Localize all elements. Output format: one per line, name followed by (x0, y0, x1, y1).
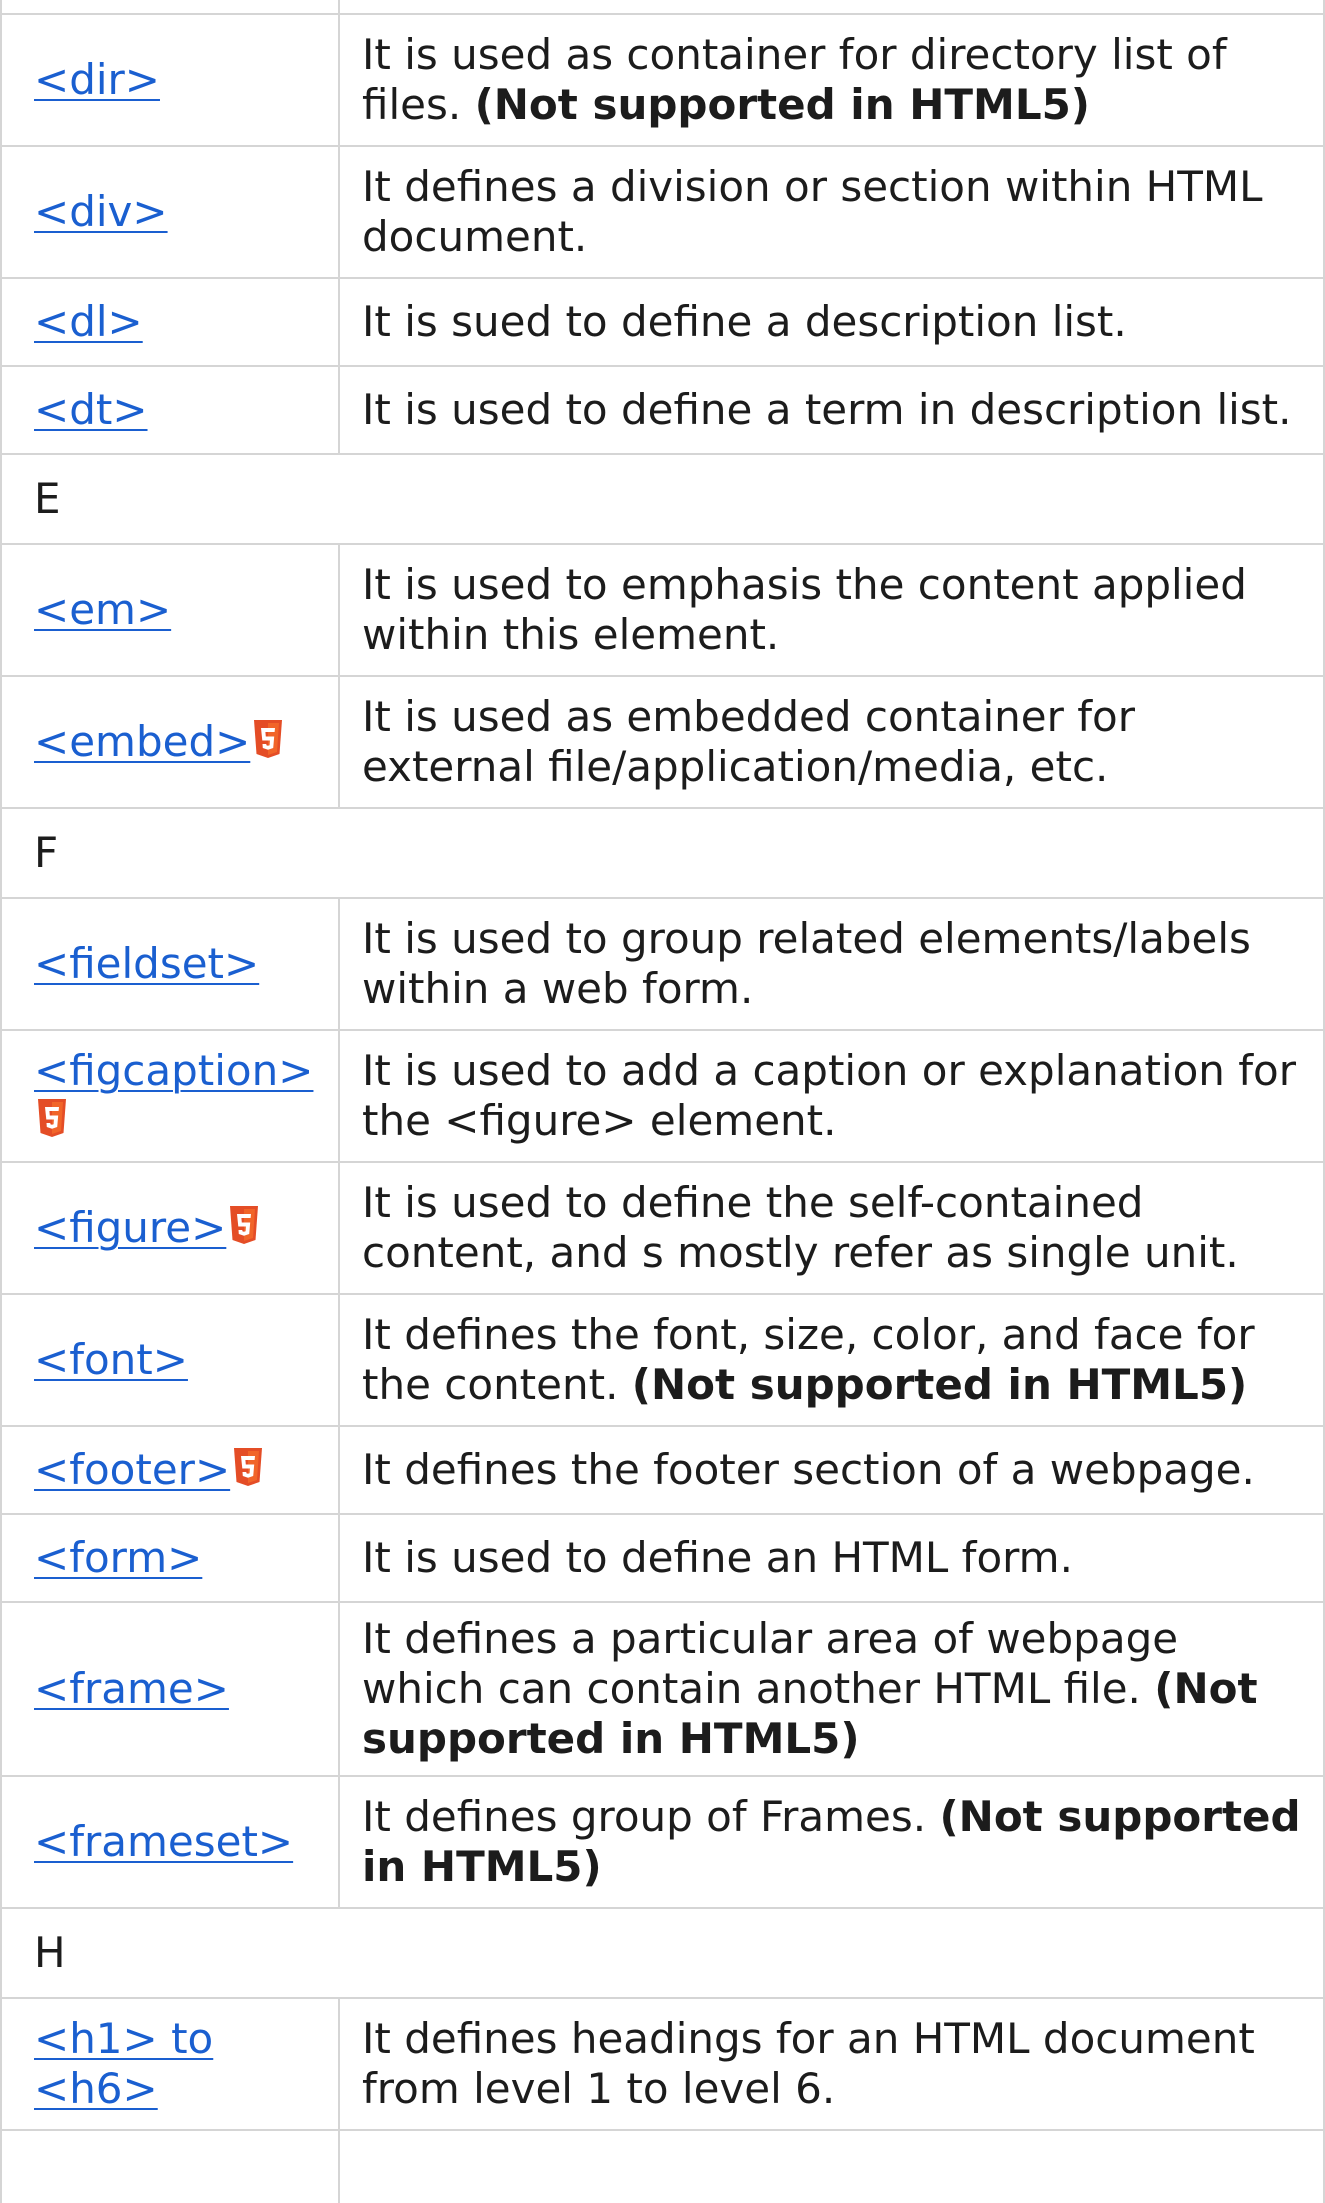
html5-badge-icon (228, 1206, 260, 1246)
tag-cell: <fieldset> (0, 898, 340, 1031)
tag-link[interactable]: <dl> (34, 297, 143, 346)
description-cell: It is used to define a term in descripti… (338, 366, 1325, 455)
description-cell: It defines headings for an HTML document… (338, 1998, 1325, 2131)
table-row: <figure> It is used to define the self-co… (0, 1162, 1325, 1295)
tag-link[interactable]: <frame> (34, 1664, 229, 1713)
tag-link[interactable]: <font> (34, 1335, 188, 1384)
table-row: <fieldset> It is used to group related el… (0, 898, 1325, 1031)
tag-link[interactable]: <footer> (34, 1445, 230, 1494)
tag-cell: <frame> (0, 1602, 340, 1777)
description-cell: It defines the font, size, color, and fa… (338, 1294, 1325, 1427)
table-row: <footer> It defines the footer section of… (0, 1426, 1325, 1515)
tag-link[interactable]: <form> (34, 1533, 202, 1582)
table-row: <frameset> It defines group of Frames. (N… (0, 1776, 1325, 1909)
description-cell: It is used to define an HTML form. (338, 1514, 1325, 1603)
tag-link[interactable]: <frameset> (34, 1817, 293, 1866)
description-cell: It is used to emphasis the content appli… (338, 544, 1325, 677)
description-cell: It defines the footer section of a webpa… (338, 1426, 1325, 1515)
tag-cell: <footer> (0, 1426, 340, 1515)
description-cell (338, 0, 1325, 15)
table-row: <em> It is used to emphasis the content a… (0, 544, 1325, 677)
tag-link[interactable]: <em> (34, 585, 171, 634)
description-text: It defines group of Frames. (362, 1792, 927, 1841)
html-tags-table-body: <dir> It is used as container for directo… (0, 0, 1325, 2203)
unsupported-note: (Not supported in HTML5) (631, 1360, 1248, 1409)
table-row: <dir> It is used as container for directo… (0, 14, 1325, 147)
tag-link[interactable]: <figcaption> (34, 1046, 313, 1095)
description-text: It is used to add a caption or explanati… (362, 1046, 1297, 1145)
tag-link[interactable]: <dir> (34, 55, 160, 104)
description-cell: It is used as embedded container for ext… (338, 676, 1325, 809)
html5-badge-icon (36, 1099, 68, 1139)
description-text: It is used as embedded container for ext… (362, 692, 1135, 791)
description-text: It defines a particular area of webpage … (362, 1614, 1179, 1713)
description-cell: It defines a particular area of webpage … (338, 1602, 1325, 1777)
tag-cell: <frameset> (0, 1776, 340, 1909)
table-row: <figcaption> It is used to add a caption … (0, 1030, 1325, 1163)
table-row: <dt> It is used to define a term in descr… (0, 366, 1325, 455)
letter-group-row: F (0, 808, 1325, 899)
table-row: <h1> to <h6> It defines headings for an H… (0, 1998, 1325, 2131)
table-row: <div> It defines a division or section wi… (0, 146, 1325, 279)
table-row: <form> It is used to define an HTML form. (0, 1514, 1325, 1603)
tag-cell: <div> (0, 146, 340, 279)
description-text: It defines the footer section of a webpa… (362, 1445, 1255, 1494)
description-text: It is used to group related elements/lab… (362, 914, 1251, 1013)
tag-cell: <font> (0, 1294, 340, 1427)
table-row-partial (0, 2130, 1325, 2203)
description-cell: It is used to add a caption or explanati… (338, 1030, 1325, 1163)
table-row: <embed> It is used as embedded container … (0, 676, 1325, 809)
tag-cell: <dt> (0, 366, 340, 455)
letter-group-row: E (0, 454, 1325, 545)
description-text: It defines a division or section within … (362, 162, 1263, 261)
tag-cell: <h1> to <h6> (0, 1998, 340, 2131)
description-cell: It is sued to define a description list. (338, 278, 1325, 367)
tag-cell: <figcaption> (0, 1030, 340, 1163)
tag-cell: <dir> (0, 14, 340, 147)
tag-cell: <embed> (0, 676, 340, 809)
html-tags-table: <dir> It is used as container for directo… (0, 0, 1325, 2203)
description-cell: It is used to group related elements/lab… (338, 898, 1325, 1031)
description-text: It is used to define an HTML form. (362, 1533, 1073, 1582)
letter-group-heading: E (0, 454, 1325, 545)
tag-link[interactable]: <dt> (34, 385, 148, 434)
tag-cell (0, 2130, 340, 2203)
letter-group-heading: F (0, 808, 1325, 899)
table-row: <dl> It is sued to define a description l… (0, 278, 1325, 367)
tag-link[interactable]: <figure> (34, 1203, 226, 1252)
description-text: It defines headings for an HTML document… (362, 2014, 1255, 2113)
description-cell: It is used as container for directory li… (338, 14, 1325, 147)
description-text: It is used to define the self-contained … (362, 1178, 1239, 1277)
description-text: It is used to define a term in descripti… (362, 385, 1292, 434)
html-tags-table-container: <dir> It is used as container for directo… (0, 0, 1325, 2203)
description-cell: It is used to define the self-contained … (338, 1162, 1325, 1295)
description-cell: It defines group of Frames. (Not support… (338, 1776, 1325, 1909)
tag-cell: <form> (0, 1514, 340, 1603)
tag-cell: <figure> (0, 1162, 340, 1295)
tag-link[interactable]: <embed> (34, 717, 250, 766)
html5-badge-icon (252, 720, 284, 760)
letter-group-row: H (0, 1908, 1325, 1999)
unsupported-note: (Not supported in HTML5) (474, 80, 1091, 129)
tag-link[interactable]: <h1> to <h6> (34, 2014, 213, 2113)
table-row-partial (0, 0, 1325, 15)
description-text: It is sued to define a description list. (362, 297, 1127, 346)
table-row: <font> It defines the font, size, color, … (0, 1294, 1325, 1427)
letter-group-heading: H (0, 1908, 1325, 1999)
tag-link[interactable]: <div> (34, 187, 168, 236)
html5-badge-icon (232, 1448, 264, 1488)
tag-cell: <em> (0, 544, 340, 677)
description-text: It is used to emphasis the content appli… (362, 560, 1247, 659)
description-cell: It defines a division or section within … (338, 146, 1325, 279)
table-row: <frame> It defines a particular area of w… (0, 1602, 1325, 1777)
tag-cell: <dl> (0, 278, 340, 367)
tag-link[interactable]: <fieldset> (34, 939, 259, 988)
tag-cell (0, 0, 340, 15)
description-cell (338, 2130, 1325, 2203)
